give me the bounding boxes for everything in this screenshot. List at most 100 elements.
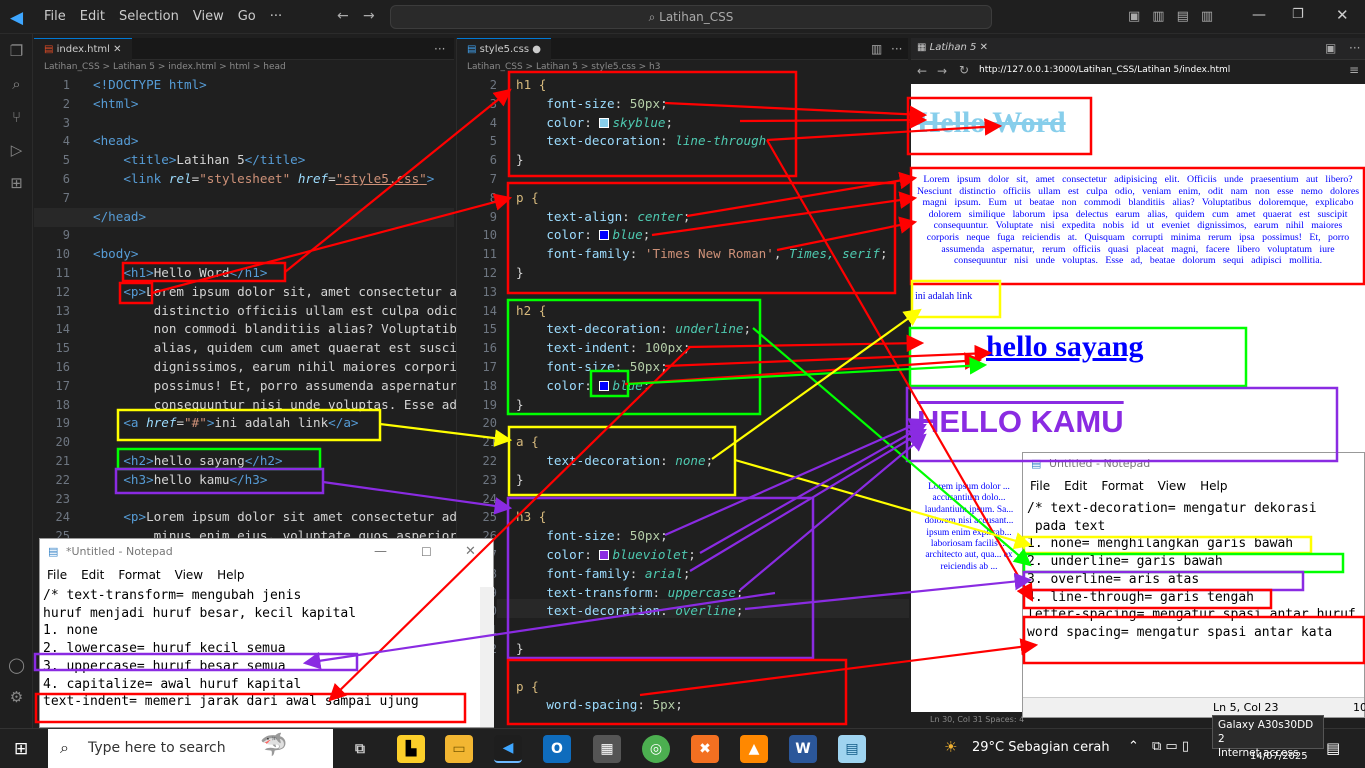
- chevron-up-icon[interactable]: ⌃: [1128, 739, 1139, 754]
- app-icon[interactable]: ▦: [593, 735, 621, 763]
- notepad-text-area[interactable]: /* text-transform= mengubah jenis huruf m…: [43, 587, 479, 711]
- notepad-taskbar-icon[interactable]: ▤: [838, 735, 866, 763]
- close-icon[interactable]: ✕: [1336, 6, 1349, 24]
- status-bar[interactable]: Ln 30, Col 31 Spaces: 4 UTF-8 CRLF {} CS…: [930, 712, 1025, 728]
- more-actions-icon[interactable]: ···: [1349, 41, 1360, 55]
- menu-help[interactable]: Help: [217, 565, 244, 585]
- notepad-menu: File Edit Format View Help: [40, 565, 493, 585]
- color-swatch-icon[interactable]: [599, 380, 610, 391]
- address-bar[interactable]: http://127.0.0.1:3000/Latihan_CSS/Latiha…: [979, 65, 1230, 75]
- restore-icon[interactable]: ❐: [1292, 7, 1304, 22]
- line-number: 5: [62, 153, 70, 168]
- menu-view[interactable]: View: [1158, 475, 1186, 497]
- source-control-icon[interactable]: ⑂: [0, 100, 33, 133]
- extensions-icon[interactable]: ⊞: [0, 166, 33, 199]
- minimize-icon[interactable]: —: [374, 539, 387, 565]
- menu-go[interactable]: Go: [238, 9, 256, 24]
- menu-edit[interactable]: Edit: [1064, 475, 1087, 497]
- menu-more[interactable]: ···: [270, 9, 282, 24]
- vscode-taskbar-icon[interactable]: ◀: [494, 735, 522, 763]
- outlook-icon[interactable]: O: [543, 735, 571, 763]
- account-icon[interactable]: ◯: [0, 648, 33, 681]
- tab-preview[interactable]: ▦ Latihan 5 ✕: [917, 42, 988, 53]
- color-swatch-icon[interactable]: [599, 117, 610, 128]
- menu-edit[interactable]: Edit: [80, 9, 105, 24]
- color-swatch-icon[interactable]: [599, 549, 610, 560]
- color-swatch-icon[interactable]: [599, 230, 610, 241]
- weather-text[interactable]: 29°C Sebagian cerah: [972, 740, 1110, 755]
- menu-format[interactable]: Format: [118, 565, 160, 585]
- line-number: 23: [482, 472, 497, 487]
- close-icon[interactable]: ✕: [465, 539, 476, 565]
- line-number: 12: [482, 265, 497, 280]
- settings-gear-icon[interactable]: ⚙: [0, 680, 33, 713]
- back-arrow-icon[interactable]: ←: [917, 64, 927, 78]
- weather-icon[interactable]: ☀: [944, 738, 957, 756]
- html-file-icon: ▤: [44, 44, 57, 55]
- html-code[interactable]: <!DOCTYPE html> <html> <head> <title>Lati…: [93, 76, 457, 546]
- task-view-icon[interactable]: ⧉: [346, 735, 374, 763]
- lock-icon[interactable]: ▣: [1325, 41, 1336, 55]
- line-number: 3: [62, 115, 70, 130]
- menu-selection[interactable]: Selection: [119, 9, 179, 24]
- menu-view[interactable]: View: [193, 9, 224, 24]
- preview-navbar: ← → ↻ http://127.0.0.1:3000/Latihan_CSS/…: [911, 60, 1365, 84]
- code-line: <html>: [93, 95, 139, 111]
- back-arrow-icon[interactable]: ←: [337, 8, 349, 24]
- chrome-icon[interactable]: ◎: [642, 735, 670, 763]
- explorer-icon[interactable]: ❐: [0, 34, 33, 67]
- css-code[interactable]: h1 { font-size: 50px; color: skyblue; te…: [516, 76, 888, 715]
- network-tooltip: Galaxy A30s30DD 2 Internet access: [1212, 715, 1324, 759]
- notepad-text-area[interactable]: /* text-decoration= mengatur dekorasi pa…: [1027, 500, 1363, 642]
- preview-h2: hello sayang: [986, 330, 1144, 363]
- preview-link[interactable]: ini adalah link: [915, 291, 972, 302]
- vlc-icon[interactable]: ▲: [740, 735, 768, 763]
- search-icon[interactable]: ⌕: [0, 67, 33, 100]
- menu-icon[interactable]: ≡: [1349, 63, 1359, 77]
- code-text: possimus! Et, porro assumenda aspernatur: [153, 377, 457, 393]
- notification-icon[interactable]: ▤: [1326, 739, 1340, 757]
- menu-format[interactable]: Format: [1101, 475, 1143, 497]
- forward-arrow-icon[interactable]: →: [937, 64, 947, 78]
- css-selector: h2 {: [516, 302, 547, 318]
- breadcrumb[interactable]: Latihan_CSS > Latihan 5 > style5.css > h…: [457, 60, 908, 75]
- taskbar-search[interactable]: ⌕ Type here to search 🦈: [48, 729, 333, 768]
- reload-icon[interactable]: ↻: [959, 63, 969, 77]
- tab-index-html[interactable]: ▤ index.html ✕: [34, 38, 132, 60]
- tab-close-icon[interactable]: ✕: [113, 44, 121, 55]
- split-editor-icon[interactable]: ▥: [871, 42, 882, 56]
- line-number: 9: [62, 228, 70, 243]
- scrollbar[interactable]: [480, 587, 494, 727]
- menu-file[interactable]: File: [47, 565, 67, 585]
- menu-file[interactable]: File: [44, 9, 66, 24]
- css-value: uppercase: [667, 584, 736, 600]
- more-actions-icon[interactable]: ···: [891, 42, 902, 56]
- menu-edit[interactable]: Edit: [81, 565, 104, 585]
- file-explorer-icon[interactable]: ▭: [445, 735, 473, 763]
- windows-start-icon[interactable]: ⊞: [14, 739, 28, 759]
- unsaved-dot-icon[interactable]: ●: [532, 44, 541, 55]
- command-center[interactable]: ⌕ Latihan_CSS: [390, 5, 992, 29]
- layout-controls-icon[interactable]: ▣▥▤▥: [1128, 9, 1225, 24]
- minimize-icon[interactable]: —: [1252, 7, 1266, 23]
- menu-file[interactable]: File: [1030, 475, 1050, 497]
- line-number: 18: [55, 397, 70, 412]
- menu-help[interactable]: Help: [1200, 475, 1227, 497]
- sticky-notes-icon[interactable]: ▙: [397, 735, 425, 763]
- xampp-icon[interactable]: ✖: [691, 735, 719, 763]
- forward-arrow-icon[interactable]: →: [363, 8, 375, 24]
- more-actions-icon[interactable]: ···: [434, 42, 445, 56]
- text-line: /* text-decoration= mengatur dekorasi: [1027, 501, 1317, 516]
- maximize-icon[interactable]: ☐: [421, 539, 432, 565]
- menu-view[interactable]: View: [175, 565, 203, 585]
- breadcrumb[interactable]: Latihan_CSS > Latihan 5 > index.html > h…: [34, 60, 454, 75]
- code-text: hello sayang: [153, 452, 245, 468]
- css-value: blueviolet: [612, 546, 689, 562]
- tab-style5-css[interactable]: ▤ style5.css ●: [457, 38, 552, 60]
- css-value: arial: [644, 565, 683, 581]
- word-icon[interactable]: W: [789, 735, 817, 763]
- run-debug-icon[interactable]: ▷: [0, 133, 33, 166]
- tab-close-icon[interactable]: ✕: [980, 42, 988, 53]
- code-line: <body>: [93, 246, 139, 262]
- tray-icons[interactable]: ⧉ ▭ ▯: [1152, 739, 1189, 754]
